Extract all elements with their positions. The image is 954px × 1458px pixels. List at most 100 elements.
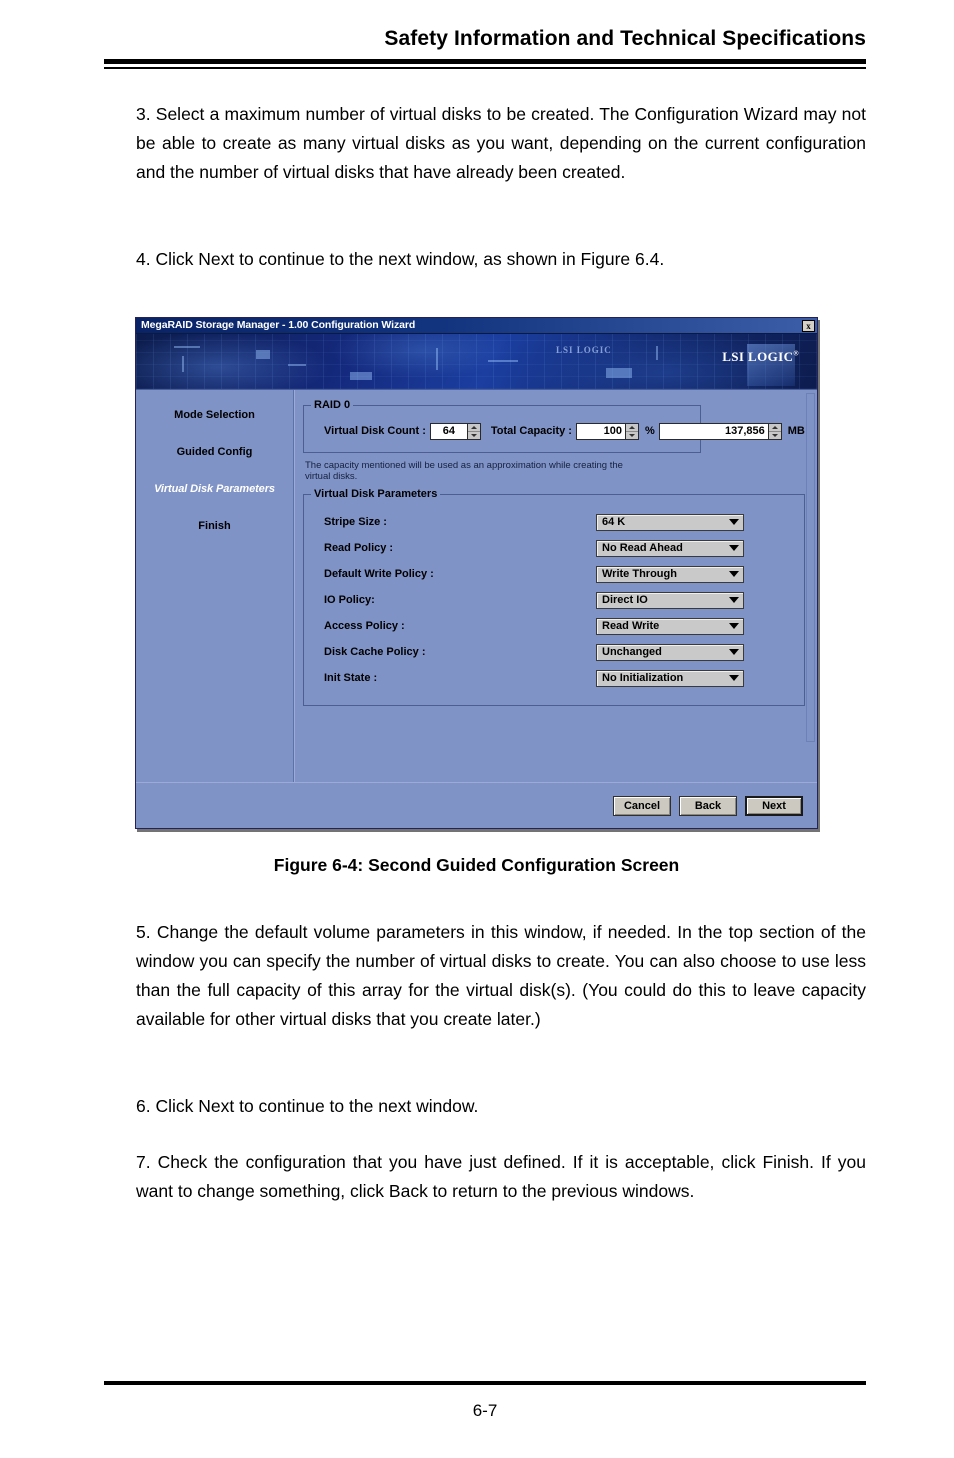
page-footer: 6-7 (104, 1381, 866, 1421)
percent-unit-label: % (644, 425, 655, 437)
param-row-access-policy: Access Policy : Read Write (314, 613, 794, 639)
paragraph-step-3-text: 3. Select a maximum number of virtual di… (136, 104, 866, 182)
disk-cache-policy-dropdown[interactable]: Unchanged (596, 643, 744, 661)
lsi-logo-text: LSI LOGIC® (722, 349, 799, 365)
disk-cache-policy-label: Disk Cache Policy : (324, 646, 426, 658)
stripe-size-value: 64 K (602, 516, 626, 528)
cancel-button[interactable]: Cancel (613, 795, 671, 816)
circuit-texture (136, 334, 817, 389)
chevron-down-icon (729, 597, 739, 603)
total-capacity-mb-value[interactable]: 137,856 (659, 423, 768, 439)
paragraph-step-4: 4. Click Next to continue to the next wi… (136, 245, 866, 274)
banner-trace (436, 348, 438, 370)
figure-caption: Figure 6-4: Second Guided Configuration … (273, 855, 680, 875)
figure-6-4: MegaRAID Storage Manager - 1.00 Configur… (135, 317, 818, 876)
virtual-disk-count-label: Virtual Disk Count : (324, 425, 426, 437)
banner-chip (350, 372, 372, 380)
paragraph-step-5: 5. Change the default volume parameters … (136, 918, 866, 1034)
banner-trace (174, 346, 200, 348)
chevron-down-icon (729, 649, 739, 655)
dialog-footer: Cancel Back Next (136, 782, 817, 828)
stepper-down-icon[interactable] (467, 431, 480, 439)
stripe-size-label: Stripe Size : (324, 516, 387, 528)
total-capacity-percent-value[interactable]: 100 (576, 423, 625, 439)
paragraph-step-6: 6. Click Next to continue to the next wi… (136, 1092, 866, 1121)
chevron-down-icon (729, 623, 739, 629)
chevron-down-icon (729, 571, 739, 577)
stepper-up-icon[interactable] (467, 423, 480, 432)
access-policy-dropdown[interactable]: Read Write (596, 617, 744, 635)
megaraid-configuration-wizard-dialog: MegaRAID Storage Manager - 1.00 Configur… (135, 317, 818, 829)
banner-trace (182, 356, 184, 372)
access-policy-label: Access Policy : (324, 620, 405, 632)
init-state-label: Init State : (324, 672, 378, 684)
page-number: 6-7 (472, 1401, 498, 1420)
read-policy-value: No Read Ahead (602, 542, 683, 554)
total-capacity-mb-arrows[interactable] (767, 423, 781, 439)
header-title: Safety Information and Technical Specifi… (384, 27, 866, 50)
io-policy-label: IO Policy: (324, 594, 375, 606)
stepper-down-icon[interactable] (768, 431, 781, 439)
footer-rule (104, 1381, 866, 1385)
stripe-size-dropdown[interactable]: 64 K (596, 513, 744, 531)
param-row-default-write-policy: Default Write Policy : Write Through (314, 561, 794, 587)
disk-cache-policy-value: Unchanged (602, 646, 662, 658)
chevron-down-icon (729, 675, 739, 681)
close-icon[interactable]: x (802, 319, 815, 332)
paragraph-step-7-text: 7. Check the configuration that you have… (136, 1152, 866, 1201)
virtual-disk-parameters-groupbox: Virtual Disk Parameters Stripe Size : 64… (303, 488, 805, 706)
banner-trace (288, 364, 306, 366)
dialog-body: Mode Selection Guided Config Virtual Dis… (136, 389, 817, 782)
read-policy-label: Read Policy : (324, 542, 394, 554)
paragraph-step-5-text: 5. Change the default volume parameters … (136, 922, 866, 1029)
stepper-down-icon[interactable] (625, 431, 638, 439)
total-capacity-label: Total Capacity : (490, 425, 572, 437)
wizard-step-mode-selection[interactable]: Mode Selection (136, 408, 293, 422)
wizard-step-virtual-disk-parameters[interactable]: Virtual Disk Parameters (136, 482, 293, 496)
virtual-disk-count-arrows[interactable] (466, 423, 480, 439)
param-row-init-state: Init State : No Initialization (314, 665, 794, 691)
default-write-policy-dropdown[interactable]: Write Through (596, 565, 744, 583)
io-policy-dropdown[interactable]: Direct IO (596, 591, 744, 609)
access-policy-value: Read Write (602, 620, 660, 632)
stepper-up-icon[interactable] (625, 423, 638, 432)
read-policy-dropdown[interactable]: No Read Ahead (596, 539, 744, 557)
chevron-down-icon (729, 545, 739, 551)
next-button[interactable]: Next (745, 795, 803, 816)
virtual-disk-count-stepper[interactable]: 64 (429, 422, 481, 440)
registered-trademark-icon: ® (793, 349, 799, 358)
lsi-logic-banner: LSI LOGIC LSI LOGIC® (136, 333, 817, 389)
param-row-read-policy: Read Policy : No Read Ahead (314, 535, 794, 561)
banner-watermark-logo: LSI LOGIC (556, 345, 612, 355)
param-row-io-policy: IO Policy: Direct IO (314, 587, 794, 613)
paragraph-step-6-text: 6. Click Next to continue to the next wi… (136, 1096, 479, 1116)
init-state-value: No Initialization (602, 672, 684, 684)
stepper-up-icon[interactable] (768, 423, 781, 432)
param-row-stripe-size: Stripe Size : 64 K (314, 509, 794, 535)
paragraph-step-3: 3. Select a maximum number of virtual di… (136, 100, 866, 187)
back-button[interactable]: Back (679, 795, 737, 816)
raid-0-groupbox: RAID 0 Virtual Disk Count : 64 Total Cap… (303, 399, 805, 453)
wizard-steps-pane: Mode Selection Guided Config Virtual Dis… (136, 390, 294, 782)
virtual-disk-count-value[interactable]: 64 (430, 423, 467, 439)
wizard-step-finish[interactable]: Finish (136, 519, 293, 533)
io-policy-value: Direct IO (602, 594, 648, 606)
paragraph-step-4-text: 4. Click Next to continue to the next wi… (136, 249, 665, 269)
banner-trace (656, 346, 658, 360)
total-capacity-percent-stepper[interactable]: 100 (575, 422, 639, 440)
banner-trace (488, 360, 518, 362)
header-rule-thick (104, 59, 866, 64)
capacity-note: The capacity mentioned will be used as a… (305, 460, 623, 482)
total-capacity-mb-stepper[interactable]: 137,856 (658, 422, 782, 440)
total-capacity-percent-arrows[interactable] (624, 423, 638, 439)
param-row-disk-cache-policy: Disk Cache Policy : Unchanged (314, 639, 794, 665)
paragraph-step-7: 7. Check the configuration that you have… (136, 1148, 866, 1206)
dialog-titlebar: MegaRAID Storage Manager - 1.00 Configur… (136, 318, 817, 333)
default-write-policy-label: Default Write Policy : (324, 568, 434, 580)
raid-0-legend: RAID 0 (311, 399, 354, 411)
content-scrollbar[interactable] (806, 393, 815, 742)
banner-chip (256, 350, 270, 359)
init-state-dropdown[interactable]: No Initialization (596, 669, 744, 687)
mb-unit-label: MB (787, 425, 805, 437)
wizard-step-guided-config[interactable]: Guided Config (136, 445, 293, 459)
